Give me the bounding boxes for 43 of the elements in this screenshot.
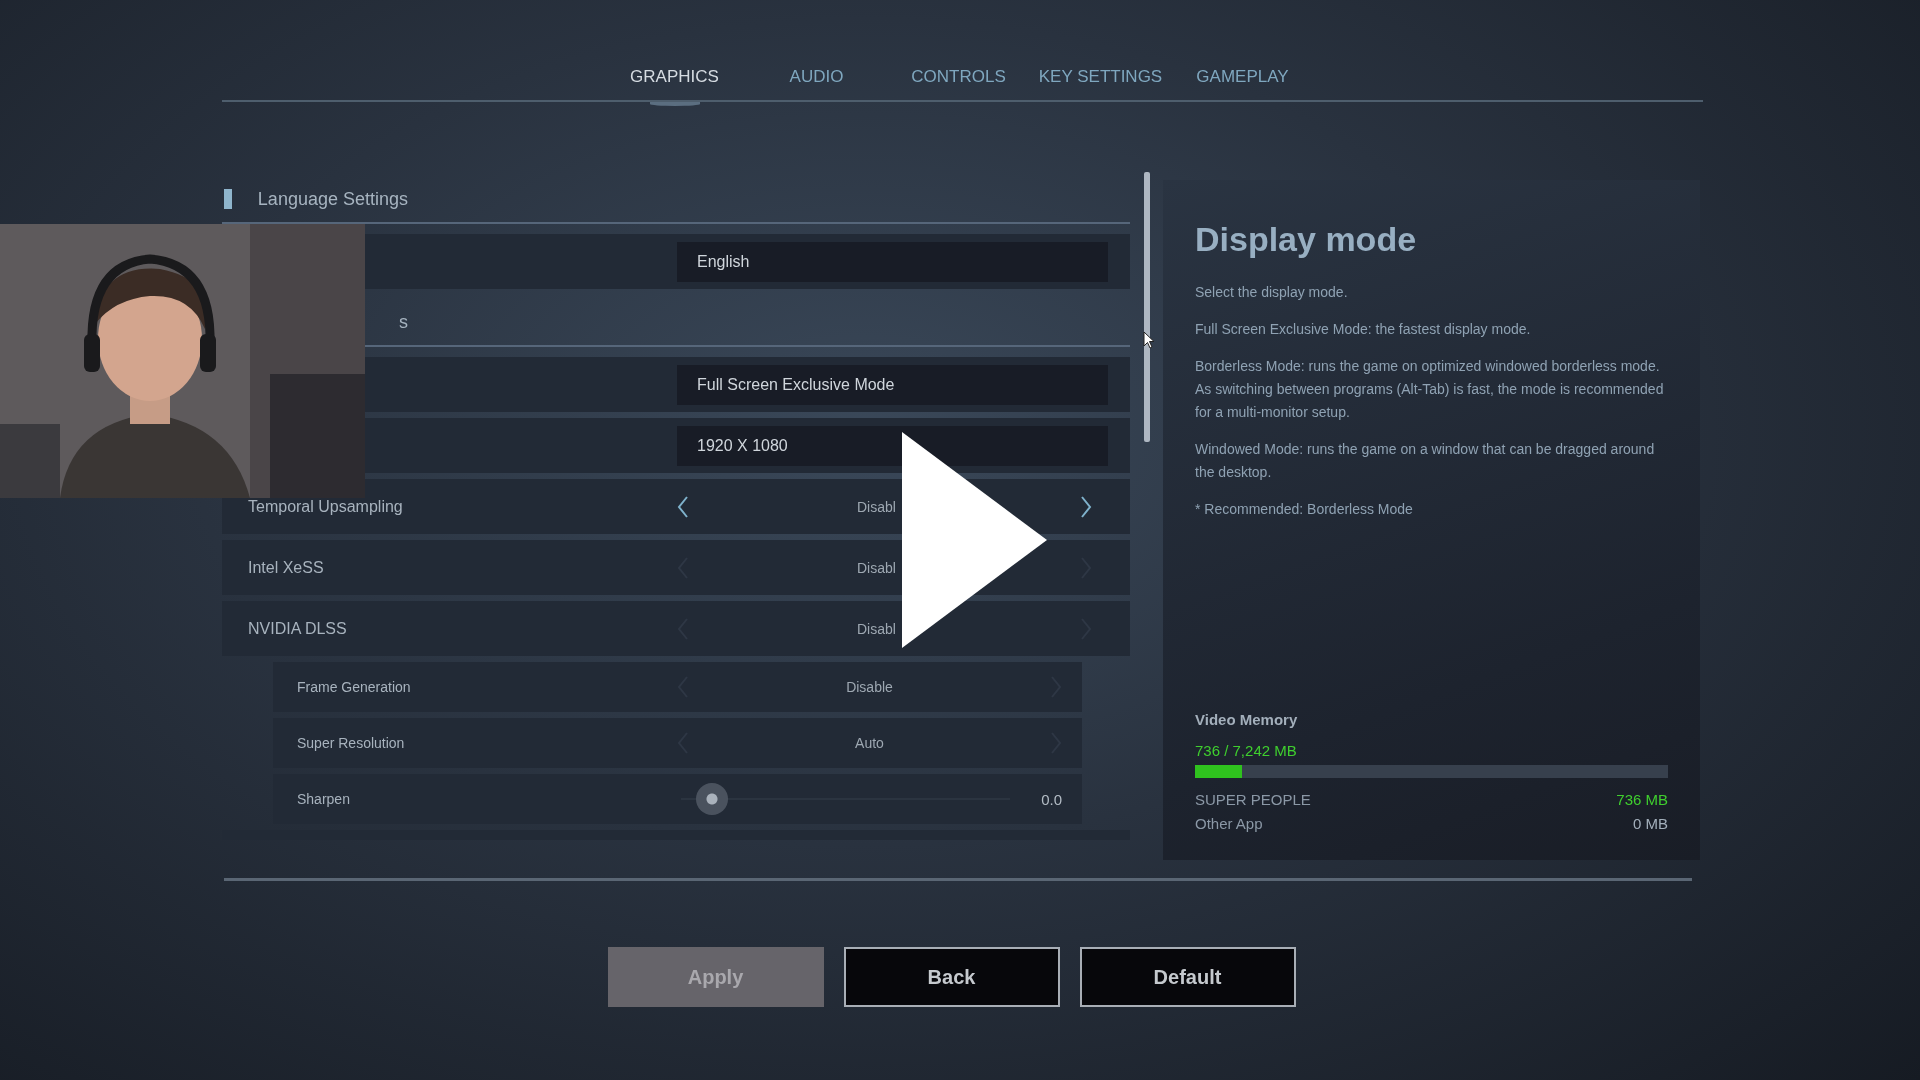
setting-label: Sharpen bbox=[297, 791, 350, 807]
dropdown[interactable]: English bbox=[677, 241, 1108, 282]
setting-label: Super Resolution bbox=[297, 735, 405, 751]
app-memory: 0 MB bbox=[1633, 814, 1668, 834]
action-button[interactable]: Default bbox=[1079, 947, 1296, 1007]
dropdown[interactable]: Full Screen Exclusive Mode bbox=[677, 364, 1108, 405]
chevron-left-icon[interactable] bbox=[677, 495, 689, 518]
info-paragraph: Borderless Mode: runs the game on optimized windowed borderless mode. As switching between programs (Alt-Tab) is fast, the mode is recommended for a multi-monitor setup. bbox=[1195, 357, 1665, 422]
section-marker bbox=[224, 189, 232, 209]
slider-thumb[interactable] bbox=[695, 783, 728, 815]
setting-value: 0.0 bbox=[1040, 790, 1062, 808]
cursor-icon bbox=[1143, 331, 1155, 349]
chevron-right-icon[interactable] bbox=[1080, 495, 1092, 518]
setting-value: Disable bbox=[845, 679, 894, 695]
tab[interactable]: GAMEPLAY bbox=[1171, 62, 1314, 106]
setting-value: Disabl bbox=[856, 498, 897, 515]
app-name: SUPER PEOPLE bbox=[1195, 790, 1311, 810]
memory-usage: 736 / 7,242 MB bbox=[1195, 742, 1298, 759]
app-name: Other App bbox=[1195, 814, 1263, 834]
setting-value: Disabl bbox=[856, 620, 897, 637]
app-memory: 736 MB bbox=[1616, 790, 1668, 810]
info-paragraph: Windowed Mode: runs the game on a window that can be dragged around the desktop. bbox=[1195, 440, 1656, 482]
tab[interactable]: KEY SETTINGS bbox=[1029, 62, 1172, 106]
info-paragraph: Select the display mode. bbox=[1195, 283, 1349, 302]
info-paragraph: Full Screen Exclusive Mode: the fastest display mode. bbox=[1195, 320, 1532, 339]
setting-value: Auto bbox=[854, 735, 885, 751]
setting-label: Temporal Upsampling bbox=[248, 497, 403, 515]
setting-value: Disabl bbox=[856, 559, 897, 576]
action-button[interactable]: Back bbox=[843, 947, 1060, 1007]
dropdown[interactable]: 1920 X 1080 bbox=[677, 425, 1108, 466]
info-paragraph: * Recommended: Borderless Mode bbox=[1195, 500, 1414, 519]
section-title: Language Settings bbox=[257, 188, 408, 209]
info-title: Display mode bbox=[1195, 220, 1418, 259]
section-title: s bbox=[399, 311, 408, 332]
scrollbar[interactable] bbox=[1143, 172, 1150, 442]
setting-label: NVIDIA DLSS bbox=[248, 619, 347, 637]
play-icon[interactable] bbox=[902, 432, 1047, 648]
tab[interactable]: GRAPHICS bbox=[603, 62, 746, 106]
tab[interactable]: AUDIO bbox=[745, 62, 888, 106]
setting-label: Intel XeSS bbox=[248, 558, 324, 576]
setting-label: Frame Generation bbox=[297, 679, 411, 695]
tab[interactable]: CONTROLS bbox=[887, 62, 1030, 106]
memory-title: Video Memory bbox=[1195, 711, 1299, 728]
